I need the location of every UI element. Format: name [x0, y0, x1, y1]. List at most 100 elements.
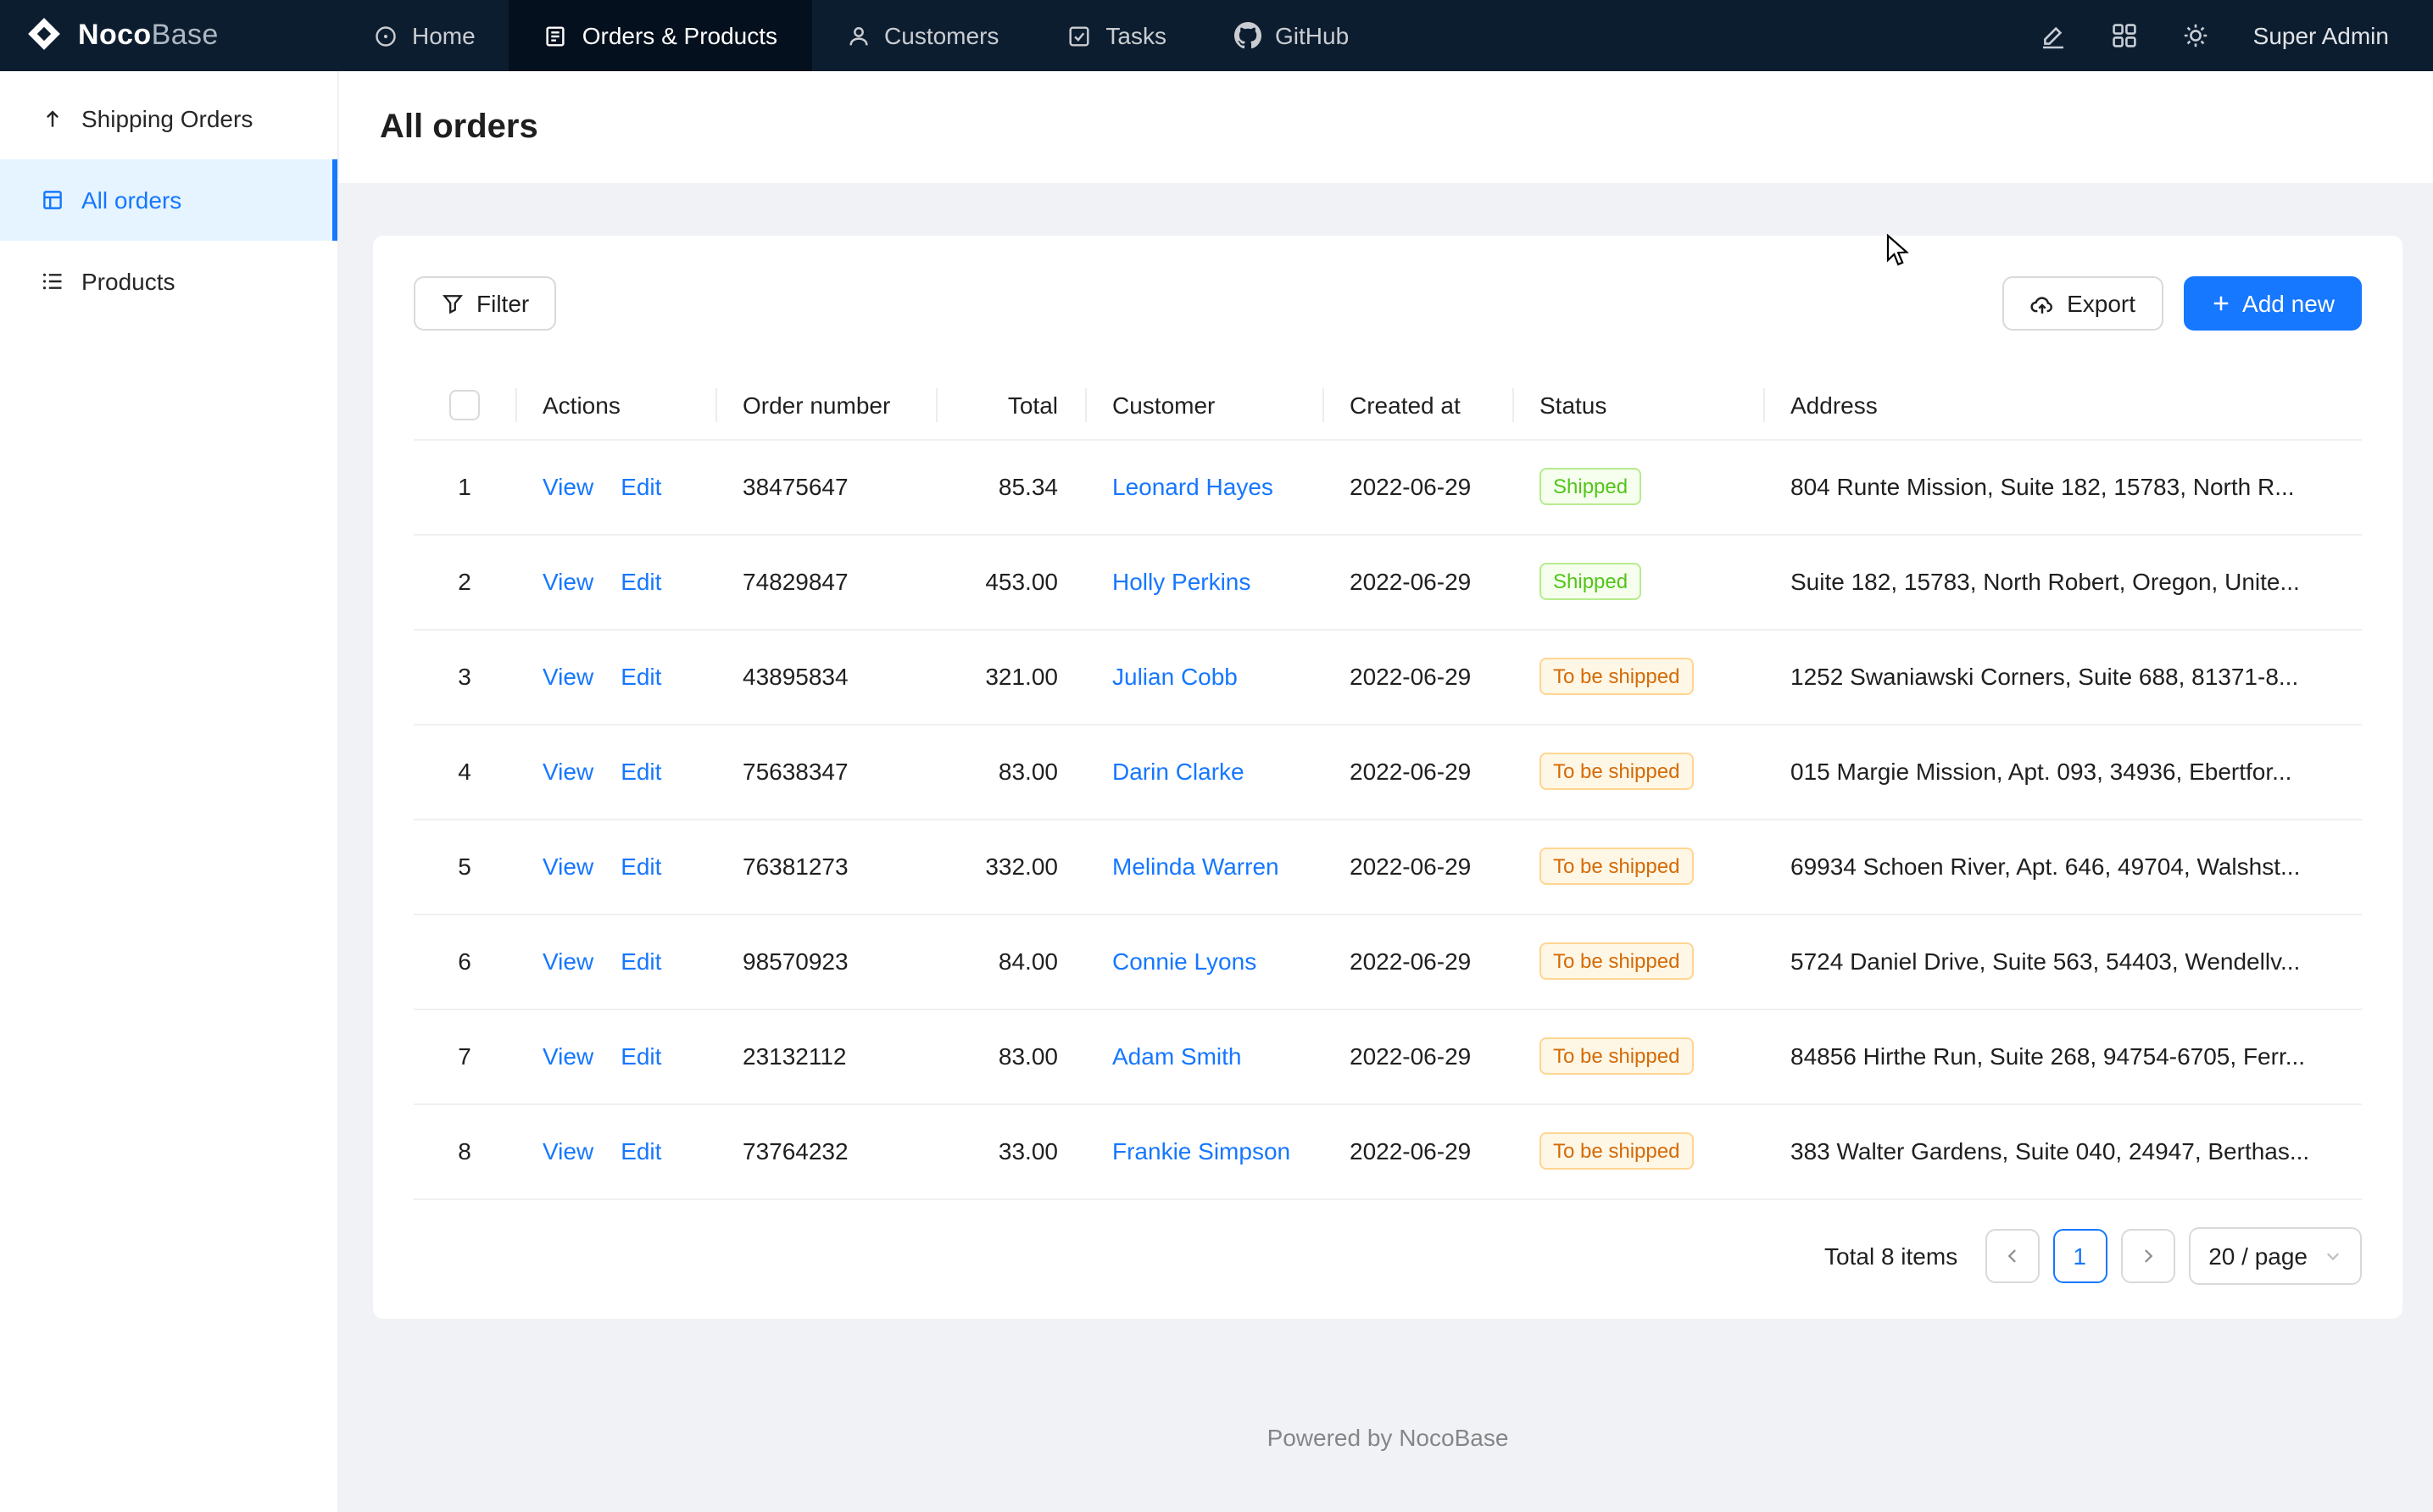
edit-link[interactable]: Edit	[621, 663, 661, 690]
status-badge: To be shipped	[1539, 942, 1693, 980]
total-cell: 321.00	[936, 629, 1085, 724]
status-cell: To be shipped	[1512, 724, 1763, 819]
page-size-label: 20 / page	[2208, 1242, 2308, 1269]
edit-link[interactable]: Edit	[621, 948, 661, 975]
next-page-button[interactable]	[2120, 1228, 2174, 1282]
settings-gear-icon[interactable]	[2182, 22, 2209, 49]
row-index: 5	[458, 853, 471, 880]
view-link[interactable]: View	[543, 568, 593, 595]
address-cell: 015 Margie Mission, Apt. 093, 34936, Ebe…	[1763, 724, 2362, 819]
sidebar: Shipping Orders All orders Products	[0, 71, 339, 1512]
status-cell: To be shipped	[1512, 914, 1763, 1009]
prev-page-button[interactable]	[1985, 1228, 2039, 1282]
customer-link[interactable]: Connie Lyons	[1112, 948, 1256, 975]
orders-icon	[543, 23, 569, 48]
card-toolbar: Filter Export	[414, 276, 2362, 331]
row-index: 4	[458, 758, 471, 785]
customer-link[interactable]: Darin Clarke	[1112, 758, 1244, 785]
apps-grid-icon[interactable]	[2111, 22, 2138, 49]
actions-cell: View Edit	[515, 724, 715, 819]
nav-item-label: Orders & Products	[582, 22, 777, 49]
add-new-button[interactable]: Add new	[2183, 276, 2362, 331]
column-header-status: Status	[1512, 371, 1763, 439]
customer-link[interactable]: Julian Cobb	[1112, 663, 1238, 690]
export-button[interactable]: Export	[2002, 276, 2163, 331]
footer-text: Powered by NocoBase	[373, 1423, 2402, 1450]
view-link[interactable]: View	[543, 853, 593, 880]
customer-cell: Darin Clarke	[1085, 724, 1322, 819]
total-cell: 85.34	[936, 439, 1085, 534]
customer-link[interactable]: Adam Smith	[1112, 1042, 1242, 1070]
customer-cell: Melinda Warren	[1085, 819, 1322, 914]
view-link[interactable]: View	[543, 1042, 593, 1070]
sidebar-item-products[interactable]: Products	[0, 241, 337, 322]
customer-cell: Leonard Hayes	[1085, 439, 1322, 534]
created-at-cell: 2022-06-29	[1322, 914, 1512, 1009]
edit-link[interactable]: Edit	[621, 758, 661, 785]
customer-link[interactable]: Holly Perkins	[1112, 568, 1250, 595]
edit-link[interactable]: Edit	[621, 853, 661, 880]
address-cell: 804 Runte Mission, Suite 182, 15783, Nor…	[1763, 439, 2362, 534]
status-cell: Shipped	[1512, 534, 1763, 629]
edit-link[interactable]: Edit	[621, 568, 661, 595]
nav-item-tasks[interactable]: Tasks	[1033, 0, 1200, 71]
total-cell: 33.00	[936, 1103, 1085, 1198]
sidebar-item-all-orders[interactable]: All orders	[0, 159, 337, 241]
view-link[interactable]: View	[543, 948, 593, 975]
sidebar-item-shipping-orders[interactable]: Shipping Orders	[0, 78, 337, 159]
edit-link[interactable]: Edit	[621, 473, 661, 500]
customer-link[interactable]: Melinda Warren	[1112, 853, 1279, 880]
edit-link[interactable]: Edit	[621, 1137, 661, 1165]
customer-link[interactable]: Frankie Simpson	[1112, 1137, 1290, 1165]
status-badge: To be shipped	[1539, 848, 1693, 885]
total-cell: 83.00	[936, 724, 1085, 819]
brand[interactable]: NocoBase	[0, 0, 339, 71]
created-at-cell: 2022-06-29	[1322, 724, 1512, 819]
view-link[interactable]: View	[543, 758, 593, 785]
status-badge: Shipped	[1539, 468, 1641, 505]
user-name[interactable]: Super Admin	[2253, 22, 2389, 49]
row-index-cell: 7	[414, 1009, 515, 1103]
view-link[interactable]: View	[543, 663, 593, 690]
main-area: All orders Filter	[339, 71, 2433, 1512]
customer-link[interactable]: Leonard Hayes	[1112, 473, 1273, 500]
navbar-actions: Super Admin	[2040, 0, 2433, 71]
total-cell: 453.00	[936, 534, 1085, 629]
row-index-cell: 4	[414, 724, 515, 819]
status-badge: To be shipped	[1539, 1037, 1693, 1075]
select-all-checkbox[interactable]	[449, 390, 480, 420]
pagination: Total 8 items 1 20 / page	[414, 1226, 2362, 1284]
row-index-cell: 2	[414, 534, 515, 629]
nav-item-orders-products[interactable]: Orders & Products	[509, 0, 811, 71]
status-badge: Shipped	[1539, 563, 1641, 600]
home-icon	[373, 23, 398, 48]
address-cell: 5724 Daniel Drive, Suite 563, 54403, Wen…	[1763, 914, 2362, 1009]
created-at-cell: 2022-06-29	[1322, 534, 1512, 629]
actions-cell: View Edit	[515, 439, 715, 534]
status-badge: To be shipped	[1539, 753, 1693, 790]
row-index: 6	[458, 948, 471, 975]
customer-cell: Adam Smith	[1085, 1009, 1322, 1103]
row-index: 8	[458, 1137, 471, 1165]
table-row: 2 View Edit 74829847 453.00 Holly Perkin…	[414, 534, 2362, 629]
customers-icon	[845, 23, 871, 48]
nav-item-customers[interactable]: Customers	[811, 0, 1033, 71]
total-cell: 83.00	[936, 1009, 1085, 1103]
created-at-cell: 2022-06-29	[1322, 439, 1512, 534]
view-link[interactable]: View	[543, 473, 593, 500]
filter-button[interactable]: Filter	[414, 276, 556, 331]
nav-item-home[interactable]: Home	[339, 0, 509, 71]
column-header-address: Address	[1763, 371, 2362, 439]
sidebar-item-label: Shipping Orders	[81, 105, 253, 132]
edit-link[interactable]: Edit	[621, 1042, 661, 1070]
highlighter-icon[interactable]	[2040, 22, 2067, 49]
orders-list-icon	[41, 188, 64, 212]
page-1-button[interactable]: 1	[2052, 1228, 2107, 1282]
row-index-cell: 6	[414, 914, 515, 1009]
view-link[interactable]: View	[543, 1137, 593, 1165]
column-header-order-number: Order number	[715, 371, 936, 439]
page-size-select[interactable]: 20 / page	[2188, 1226, 2362, 1284]
nav-item-github[interactable]: GitHub	[1200, 0, 1383, 71]
table-row: 4 View Edit 75638347 83.00 Darin Clarke …	[414, 724, 2362, 819]
status-badge: To be shipped	[1539, 1132, 1693, 1170]
